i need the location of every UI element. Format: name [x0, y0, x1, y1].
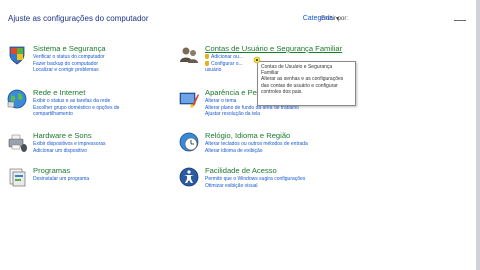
pointer-cursor-icon — [253, 51, 261, 64]
sub-link[interactable]: Alterar teclados ou outros métodos de en… — [205, 141, 308, 148]
shield-flag-icon — [6, 44, 28, 66]
sub-link[interactable]: Adicionar um dispositivo — [33, 148, 106, 155]
printer-speaker-icon — [6, 131, 28, 153]
view-by-value: Categoria — [302, 15, 334, 22]
category-title[interactable]: Rede e Internet — [33, 88, 119, 98]
tooltip: Contas de Usuário e Segurança Familiar A… — [257, 61, 356, 106]
window-right-border — [476, 0, 480, 270]
category-title[interactable]: Hardware e Sons — [33, 131, 106, 141]
sub-link[interactable]: Desinstalar um programa — [33, 176, 89, 183]
minimize-icon[interactable] — [454, 20, 466, 21]
sub-link[interactable]: Ajustar resolução da tela — [205, 111, 300, 118]
view-by-dropdown[interactable]: Categoria ▼ — [303, 15, 340, 22]
header: Ajuste as configurações do computador Ex… — [8, 14, 472, 28]
chevron-down-icon: ▼ — [335, 16, 340, 22]
page-title: Ajuste as configurações do computador — [8, 14, 149, 23]
sub-link[interactable]: Exibir o status e as tarefas da rede — [33, 98, 119, 105]
category-title[interactable]: Programas — [33, 166, 89, 176]
sub-link[interactable]: Permitir que o Windows sugira configuraç… — [205, 176, 305, 183]
sub-link[interactable]: Otimizar exibição visual — [205, 183, 305, 190]
category-title[interactable]: Sistema e Segurança — [33, 44, 106, 54]
category-title[interactable]: Facilidade de Acesso — [205, 166, 305, 176]
sub-link[interactable]: Verificar o status do computador — [33, 54, 106, 61]
shield-icon — [205, 60, 209, 66]
accessibility-icon — [178, 166, 200, 188]
sub-link[interactable]: Exibir dispositivos e impressoras — [33, 141, 106, 148]
tooltip-line: Alterar as senhas e as configurações — [261, 76, 344, 83]
clock-globe-icon — [178, 131, 200, 153]
appearance-icon — [178, 88, 200, 110]
sub-link[interactable]: Alterar idioma de exibição — [205, 148, 308, 155]
tooltip-line: controles dos pais. — [261, 88, 303, 95]
sub-link[interactable]: compartilhamento — [33, 111, 119, 118]
sub-link[interactable]: Localizar e corrigir problemas — [33, 67, 106, 74]
globe-network-icon — [6, 88, 28, 110]
category-title[interactable]: Contas de Usuário e Segurança Familiar — [205, 44, 342, 54]
programs-icon — [6, 166, 28, 188]
category-title[interactable]: Relógio, Idioma e Região — [205, 131, 308, 141]
users-icon — [178, 44, 200, 66]
shield-icon — [205, 54, 209, 59]
